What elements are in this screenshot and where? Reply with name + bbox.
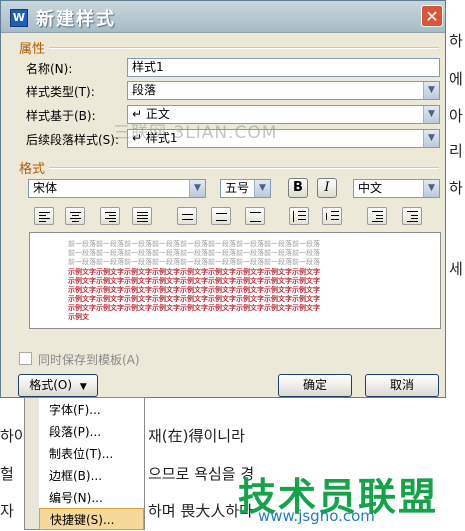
bg-text: 하 xyxy=(449,179,463,197)
save-to-template-label: 同时保存到模板(A) xyxy=(38,353,140,367)
increase-paragraph-spacing-button[interactable] xyxy=(289,207,309,225)
style-preview: 前一段落前一段落前一段落前一段落前一段落前一段落前一段落前一段落前一段落 前一段… xyxy=(29,232,441,329)
menu-item-shortcut-key[interactable]: 快捷键(S)... xyxy=(39,508,144,530)
language-select[interactable]: 中文 ▼ xyxy=(353,179,440,198)
menu-item-font[interactable]: 字体(F)... xyxy=(39,399,144,421)
align-right-button[interactable] xyxy=(100,207,120,225)
style-type-value: 段落 xyxy=(132,83,157,97)
bg-text: 세 xyxy=(449,260,463,278)
format-menu-label: 格式(O) xyxy=(29,378,73,392)
preview-sample-text: 示例文字示例文字示例文字示例文字示例文字示例文字示例文字示例文字示例文字 xyxy=(68,304,320,312)
site-url: www.jsgho.com xyxy=(258,507,375,525)
preview-sample-text: 示例文字示例文字示例文字示例文字示例文字示例文字示例文字示例文字示例文字 xyxy=(68,295,320,303)
justify-button[interactable] xyxy=(132,207,152,225)
watermark-text: 三联网 3LIAN.COM xyxy=(113,123,278,143)
decrease-paragraph-spacing-button[interactable] xyxy=(322,207,342,225)
bg-text: 자 xyxy=(0,502,14,520)
chevron-down-icon[interactable]: ▼ xyxy=(423,180,439,197)
preview-sample-text: 示例文字示例文字示例文字示例文字示例文字示例文字示例文字示例文字示例文字 xyxy=(68,286,320,294)
ok-button[interactable]: 确定 xyxy=(278,374,352,397)
italic-button[interactable]: I xyxy=(317,178,337,198)
cancel-button[interactable]: 取消 xyxy=(365,374,439,397)
bg-text: 재(在)得이니라 xyxy=(148,427,245,445)
single-spacing-button[interactable] xyxy=(177,207,197,225)
bg-text: 에 xyxy=(449,70,463,88)
format-section-title: 格式 xyxy=(19,162,46,177)
name-label: 名称(N): xyxy=(26,62,73,76)
close-button[interactable]: ✕ xyxy=(421,5,443,27)
font-size-value: 五号 xyxy=(225,181,250,195)
properties-section-title: 属性 xyxy=(19,42,46,57)
preview-sample-text: 示例文 xyxy=(68,313,89,321)
chevron-down-icon[interactable]: ▼ xyxy=(254,180,270,197)
menu-item-border[interactable]: 边框(B)... xyxy=(39,465,144,487)
section-divider xyxy=(49,167,439,169)
based-on-label: 样式基于(B): xyxy=(26,109,96,123)
font-value: 宋体 xyxy=(33,181,58,195)
format-menu-button[interactable]: 格式(O) ▼ xyxy=(18,374,98,397)
font-size-select[interactable]: 五号 ▼ xyxy=(220,179,271,198)
bg-text: 리 xyxy=(449,142,463,160)
preview-sample-text: 示例文字示例文字示例文字示例文字示例文字示例文字示例文字示例文字示例文字 xyxy=(68,268,320,276)
new-style-dialog: W 新建样式 ✕ 属性 名称(N): 样式1 样式类型(T): 段落 ▼ 样式基… xyxy=(0,0,446,398)
menu-item-numbering[interactable]: 编号(N)... xyxy=(39,487,144,509)
dialog-title: 新建样式 xyxy=(36,9,116,30)
preview-sample-text: 示例文字示例文字示例文字示例文字示例文字示例文字示例文字示例文字示例文字 xyxy=(68,277,320,285)
menu-item-paragraph[interactable]: 段落(P)... xyxy=(39,421,144,443)
wps-app-icon: W xyxy=(10,9,28,27)
increase-indent-button[interactable] xyxy=(402,207,422,225)
bg-text: 하 xyxy=(449,32,463,50)
decrease-indent-button[interactable] xyxy=(367,207,387,225)
bold-button[interactable]: B xyxy=(288,178,308,198)
preview-previous-paragraph: 前一段落前一段落前一段落前一段落前一段落前一段落前一段落前一段落前一段落 xyxy=(68,240,320,248)
bg-text: 헐 xyxy=(0,465,14,483)
menu-icon-strip xyxy=(25,398,39,529)
chevron-down-icon[interactable]: ▼ xyxy=(423,82,439,99)
language-value: 中文 xyxy=(358,181,383,195)
align-center-button[interactable] xyxy=(65,207,85,225)
caret-down-icon: ▼ xyxy=(79,382,87,392)
preview-previous-paragraph: 前一段落前一段落前一段落前一段落前一段落前一段落前一段落前一段落前一段落 xyxy=(68,249,320,257)
format-dropdown-menu: 字体(F)... 段落(P)... 制表位(T)... 边框(B)... 编号(… xyxy=(24,397,145,530)
one-half-spacing-button[interactable] xyxy=(211,207,231,225)
name-input[interactable]: 样式1 xyxy=(127,58,440,77)
style-type-label: 样式类型(T): xyxy=(26,85,95,99)
double-spacing-button[interactable] xyxy=(245,207,265,225)
section-divider xyxy=(49,47,439,49)
next-style-label: 后续段落样式(S): xyxy=(26,133,120,147)
bg-text: 아 xyxy=(449,107,463,125)
menu-item-tabs[interactable]: 制表位(T)... xyxy=(39,443,144,465)
chevron-down-icon[interactable]: ▼ xyxy=(423,130,439,147)
font-select[interactable]: 宋体 ▼ xyxy=(28,179,206,198)
chevron-down-icon[interactable]: ▼ xyxy=(189,180,205,197)
close-icon: ✕ xyxy=(425,7,439,26)
chevron-down-icon[interactable]: ▼ xyxy=(423,106,439,123)
preview-previous-paragraph: 前一段落前一段落前一段落前一段落前一段落前一段落前一段落前一段落前一段落 xyxy=(68,258,320,266)
style-type-select[interactable]: 段落 ▼ xyxy=(127,81,440,100)
align-left-button[interactable] xyxy=(34,207,54,225)
save-to-template-checkbox[interactable] xyxy=(19,352,32,365)
title-bar[interactable]: W 新建样式 ✕ xyxy=(1,1,445,33)
